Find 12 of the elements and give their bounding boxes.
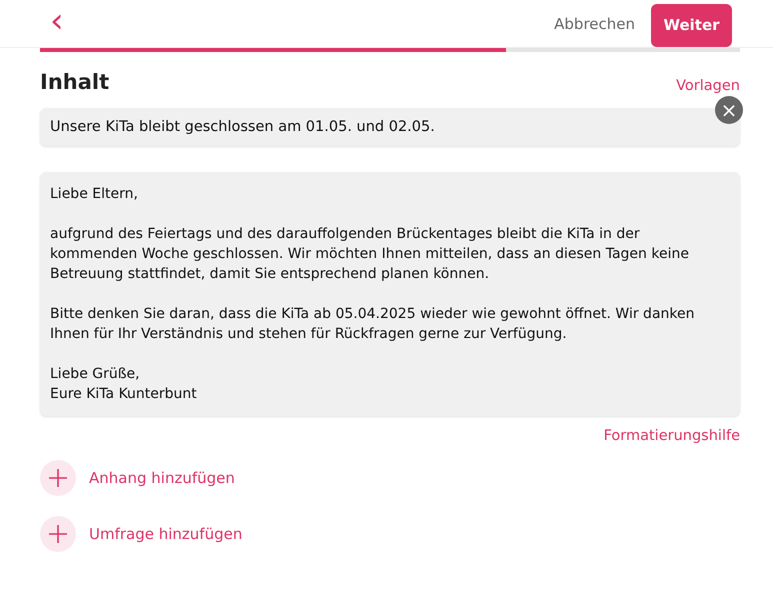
clear-button[interactable]: × [715,96,743,124]
section-title: Inhalt [40,70,110,94]
templates-link[interactable]: Vorlagen [676,78,740,94]
add-link[interactable]: Umfrage hinzufügen [89,525,242,543]
next-button[interactable]: Weiter [651,4,732,46]
cancel-button[interactable]: Abbrechen [550,10,639,36]
back-button[interactable]: ‹ [44,4,70,38]
message-field[interactable]: Liebe Eltern, aufgrund des Feiertags und des darauffolgenden Brückentages bleibt die KiTa in der kommenden Woche geschlossen. Wir möchten Ihnen mitteilen, dass an diesen Tagen keine Betreuung stattfindet, damit Sie entsprechend planen können. Bitte denken Sie daran, dass die KiTa ab 05.04.2025 wieder wie gewohnt öffnet. Wir danken Ihnen für Ihr Verständnis und stehen für Rückfragen gerne zur Verfügung. Liebe Grüße, Eure KiTa Kunterbunt [40,172,740,416]
plus-icon[interactable] [40,460,76,496]
formatting-help-link[interactable]: Formatierungshilfe [604,428,740,444]
plus-icon[interactable] [40,516,76,552]
add-link[interactable]: Anhang hinzufügen [89,469,235,487]
